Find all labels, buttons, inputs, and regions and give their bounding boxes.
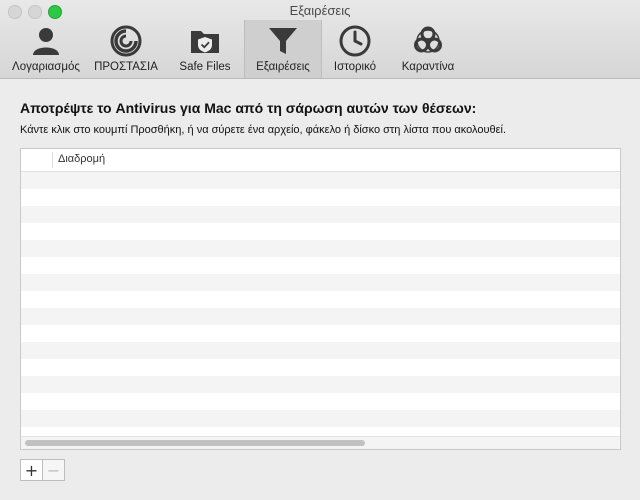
empty-row	[21, 274, 620, 291]
column-header-path[interactable]: Διαδρομή	[58, 153, 105, 165]
tab-account[interactable]: Λογαριασμός	[6, 20, 86, 78]
column-separator	[52, 152, 53, 168]
tab-quarantine[interactable]: Καραντίνα	[388, 20, 468, 78]
empty-row	[21, 308, 620, 325]
empty-row	[21, 359, 620, 376]
tab-safe-files-label: Safe Files	[179, 61, 231, 73]
window-title: Εξαιρέσεις	[289, 3, 351, 18]
table-header: Διαδρομή	[21, 149, 620, 172]
tab-exclusions[interactable]: Εξαιρέσεις	[244, 20, 322, 78]
empty-row	[21, 240, 620, 257]
tab-history-label: Ιστορικό	[333, 61, 377, 73]
empty-row	[21, 376, 620, 393]
empty-row	[21, 342, 620, 359]
biohazard-icon	[408, 22, 448, 60]
empty-row	[21, 223, 620, 240]
toolbar-tabs: Λογαριασμός ΠΡΟΣΤΑΣΙΑ Safe Files Εξαιρέσ…	[6, 20, 468, 78]
instructions-text: Κάντε κλικ στο κουμπί Προσθήκη, ή να σύρ…	[20, 124, 507, 136]
tab-history[interactable]: Ιστορικό	[322, 20, 388, 78]
add-button[interactable]: +	[20, 459, 43, 481]
tab-exclusions-label: Εξαιρέσεις	[256, 61, 310, 73]
table-rows	[21, 172, 620, 444]
empty-row	[21, 291, 620, 308]
preferences-window: Εξαιρέσεις Λογαριασμός ΠΡΟΣΤΑΣΙΑ Safe Fi…	[0, 0, 640, 500]
shield-folder-icon	[185, 22, 225, 60]
empty-row	[21, 257, 620, 274]
empty-row	[21, 410, 620, 427]
empty-row	[21, 172, 620, 189]
title-bar: Εξαιρέσεις Λογαριασμός ΠΡΟΣΤΑΣΙΑ Safe Fi…	[0, 0, 640, 79]
scrollbar-thumb[interactable]	[25, 440, 365, 446]
empty-row	[21, 206, 620, 223]
tab-protection[interactable]: ΠΡΟΣΤΑΣΙΑ	[86, 20, 166, 78]
user-icon	[26, 22, 66, 60]
tab-safe-files[interactable]: Safe Files	[166, 20, 244, 78]
funnel-icon	[263, 22, 303, 60]
clock-icon	[335, 22, 375, 60]
exclusions-table[interactable]: Διαδρομή	[20, 148, 621, 450]
page-heading: Αποτρέψτε το Antivirus για Mac από τη σά…	[20, 100, 477, 116]
empty-row	[21, 325, 620, 342]
empty-row	[21, 393, 620, 410]
remove-button[interactable]: −	[43, 459, 65, 481]
tab-account-label: Λογαριασμός	[12, 61, 80, 73]
empty-row	[21, 189, 620, 206]
tab-quarantine-label: Καραντίνα	[401, 61, 455, 73]
horizontal-scrollbar[interactable]	[21, 436, 620, 449]
protection-icon	[106, 22, 146, 60]
list-edit-buttons: + −	[20, 459, 65, 481]
tab-protection-label: ΠΡΟΣΤΑΣΙΑ	[94, 61, 158, 73]
